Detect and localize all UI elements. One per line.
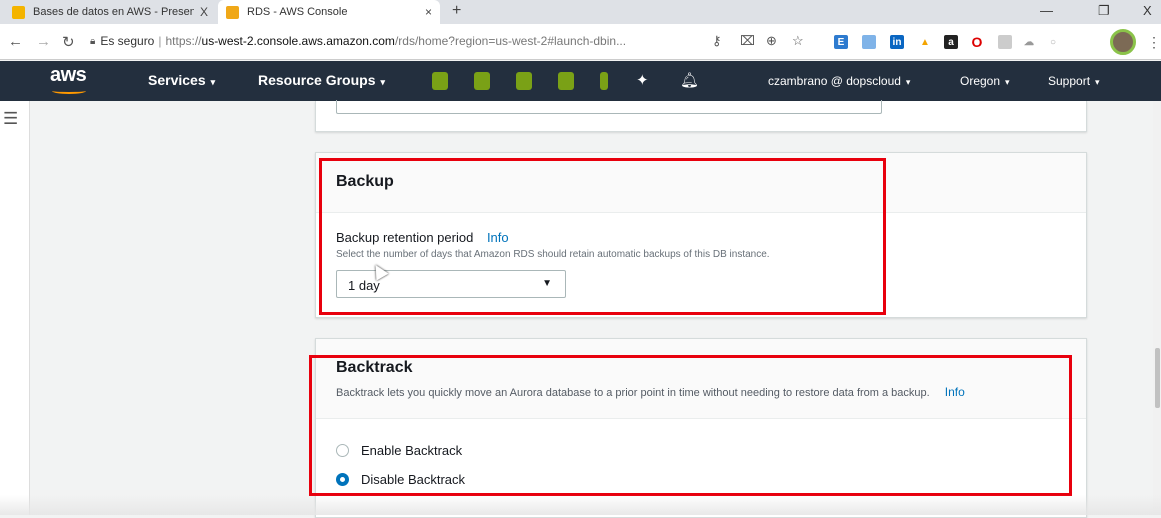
opera-icon[interactable]: O: [970, 34, 984, 50]
extension-grey-icon[interactable]: [998, 35, 1012, 49]
url-scheme: https://: [165, 34, 202, 48]
linkedin-icon[interactable]: in: [890, 35, 904, 49]
browser-tab-rds[interactable]: RDS - AWS Console ×: [218, 0, 440, 24]
page-scrollbar[interactable]: [1153, 101, 1161, 515]
bookmark-star-icon[interactable]: ☆: [792, 33, 804, 49]
aws-logo[interactable]: aws: [50, 64, 87, 87]
tab-close-icon[interactable]: X: [200, 5, 208, 19]
drive-icon[interactable]: ▲: [918, 35, 932, 49]
account-label: czambrano @ dopscloud: [768, 74, 901, 88]
forward-arrow-icon[interactable]: →: [36, 33, 51, 50]
previous-section-card: [315, 100, 1087, 132]
chevron-down-icon: ▾: [905, 77, 911, 87]
browser-tab-strip: Bases de datos en AWS - Present X RDS - …: [0, 0, 1161, 24]
extension-cloud2-icon[interactable]: ☁: [1022, 35, 1036, 49]
backup-highlight-box: [319, 158, 886, 315]
lock-icon: 🔒︎: [90, 35, 96, 47]
browser-tab-presentation[interactable]: Bases de datos en AWS - Present X: [4, 0, 216, 24]
slides-favicon-icon: [12, 5, 25, 19]
hamburger-menu-icon[interactable]: ☰: [3, 109, 18, 129]
resource-groups-menu[interactable]: Resource Groups ▾: [258, 72, 385, 88]
resource-groups-label: Resource Groups: [258, 72, 376, 88]
chevron-down-icon: ▾: [380, 77, 386, 87]
extension-cloud-icon[interactable]: [862, 35, 876, 49]
backtrack-highlight-box: [309, 355, 1072, 496]
side-nav-collapsed: ☰: [0, 101, 30, 515]
url-host: us-west-2.console.aws.amazon.com: [201, 34, 395, 48]
translate-icon[interactable]: ⌧: [740, 33, 755, 49]
region-menu[interactable]: Oregon ▾: [960, 74, 1010, 88]
window-close-button[interactable]: X: [1143, 3, 1152, 18]
chevron-down-icon: ▾: [210, 77, 216, 87]
aws-logo-smile-icon: [52, 88, 86, 94]
back-arrow-icon[interactable]: ←: [8, 33, 23, 50]
bell-icon[interactable]: 🔔︎: [680, 71, 699, 89]
secure-label: Es seguro: [100, 34, 155, 48]
support-menu[interactable]: Support ▾: [1048, 74, 1100, 88]
aws-top-nav: aws Services ▾ Resource Groups ▾ ✦ 🔔︎ czam…: [0, 61, 1161, 101]
url-path: /rds/home?region=us-west-2#launch-dbin..…: [394, 34, 627, 48]
separator: |: [158, 34, 162, 48]
account-menu[interactable]: czambrano @ dopscloud ▾: [768, 74, 910, 88]
chevron-down-icon: ▾: [1095, 77, 1100, 87]
browser-menu-icon[interactable]: ⋮: [1147, 34, 1161, 51]
services-label: Services: [148, 72, 206, 88]
profile-avatar[interactable]: [1110, 29, 1136, 55]
service-shortcut-icon[interactable]: [558, 72, 574, 90]
scrollbar-thumb[interactable]: [1155, 348, 1160, 408]
browser-toolbar: ← → ↻ 🔒︎ Es seguro | https:// us-west-2.…: [0, 24, 1161, 60]
support-label: Support: [1048, 74, 1091, 88]
region-label: Oregon: [960, 74, 1001, 88]
key-icon[interactable]: ⚷: [712, 33, 722, 49]
aws-favicon-icon: [226, 5, 239, 19]
previous-field-input[interactable]: [336, 100, 882, 114]
bottom-fade: [0, 495, 1161, 515]
minimize-button[interactable]: —: [1040, 3, 1053, 18]
reload-icon[interactable]: ↻: [62, 33, 75, 51]
pin-icon[interactable]: ✦: [636, 71, 649, 89]
tab-title: Bases de datos en AWS - Present: [33, 6, 194, 18]
extension-badge-icon[interactable]: a: [944, 35, 958, 49]
extension-e-icon[interactable]: E: [834, 35, 848, 49]
tab-title: RDS - AWS Console: [247, 6, 348, 18]
restore-button[interactable]: ❐: [1098, 3, 1110, 19]
address-bar[interactable]: 🔒︎ Es seguro | https:// us-west-2.consol…: [90, 30, 730, 52]
service-shortcut-icon[interactable]: [432, 72, 448, 90]
service-shortcut-icon[interactable]: [474, 72, 490, 90]
new-tab-button[interactable]: +: [452, 2, 461, 20]
tab-close-icon[interactable]: ×: [425, 5, 432, 19]
services-menu[interactable]: Services ▾: [148, 72, 215, 88]
chevron-down-icon: ▾: [1005, 77, 1010, 87]
zoom-icon[interactable]: ⊕: [766, 33, 777, 49]
service-shortcut-icon[interactable]: [516, 72, 532, 90]
service-shortcut-icon[interactable]: [600, 72, 608, 90]
extension-circle-icon[interactable]: ○: [1046, 35, 1060, 49]
